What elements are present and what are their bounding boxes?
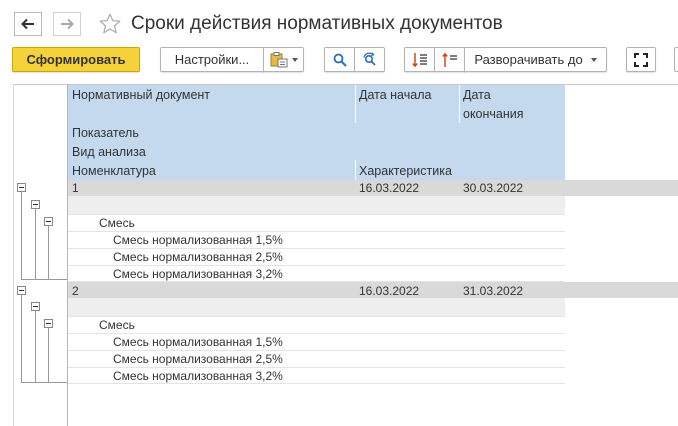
group-start-date: 16.03.2022 <box>359 284 420 298</box>
tree-line <box>35 208 36 280</box>
row-separator <box>68 231 565 232</box>
category-row: Смесь <box>99 216 135 230</box>
back-button[interactable] <box>14 12 42 36</box>
variants-dropdown-button[interactable] <box>263 47 304 72</box>
collapse-toggle[interactable] <box>44 319 53 328</box>
collapse-toggle[interactable] <box>31 200 40 209</box>
expand-to-label: Разворачивать до <box>474 52 583 67</box>
category-row: Смесь <box>99 318 135 332</box>
column-header-end-date-line1: Дата <box>463 88 491 102</box>
generate-button[interactable]: Сформировать <box>12 47 140 72</box>
header-divider <box>355 85 356 123</box>
expand-groups-icon <box>411 52 427 67</box>
collapse-toggle[interactable] <box>31 302 40 311</box>
list-item: Смесь нормализованная 1,5% <box>113 233 283 247</box>
indicator-row <box>68 298 565 316</box>
row-separator <box>68 383 565 384</box>
list-item: Смесь нормализованная 2,5% <box>113 352 283 366</box>
list-item: Смесь нормализованная 3,2% <box>113 267 283 281</box>
row-separator <box>68 214 565 215</box>
favorite-button[interactable] <box>98 12 122 39</box>
group-start-date: 16.03.2022 <box>359 181 420 195</box>
row-separator <box>68 248 565 249</box>
column-header-document: Нормативный документ <box>72 88 211 102</box>
list-item: Смесь нормализованная 3,2% <box>113 369 283 383</box>
collapse-groups-icon <box>441 52 457 67</box>
list-item: Смесь нормализованная 2,5% <box>113 250 283 264</box>
header-divider <box>355 160 356 180</box>
tree-line <box>21 191 22 280</box>
arrow-right-icon <box>61 18 74 30</box>
tree-line <box>48 328 49 383</box>
tree-line <box>21 279 67 280</box>
column-header-start-date: Дата начала <box>359 88 432 102</box>
column-header-nomenclature: Номенклатура <box>72 164 156 178</box>
collapse-toggle[interactable] <box>17 183 26 192</box>
row-separator <box>68 333 565 334</box>
arrow-left-icon <box>21 18 34 30</box>
column-header-end-date-line2: окончания <box>463 107 524 121</box>
column-header-indicator: Показатель <box>72 126 139 140</box>
row-separator <box>68 350 565 351</box>
row-separator <box>68 265 565 266</box>
search-icon <box>333 53 347 67</box>
collapse-all-button[interactable] <box>434 47 465 72</box>
search-button[interactable] <box>324 47 355 72</box>
tree-line <box>48 226 49 280</box>
expand-all-button[interactable] <box>404 47 435 72</box>
collapse-toggle[interactable] <box>17 286 26 295</box>
group-number: 2 <box>72 284 79 298</box>
column-header-characteristic: Характеристика <box>359 164 452 178</box>
more-button[interactable] <box>674 47 678 72</box>
chevron-down-icon <box>291 57 298 62</box>
list-item: Смесь нормализованная 1,5% <box>113 335 283 349</box>
star-icon <box>99 13 121 34</box>
column-header-analysis-type: Вид анализа <box>72 145 146 159</box>
group-end-date: 30.03.2022 <box>463 181 524 195</box>
tree-line <box>35 311 36 383</box>
fullscreen-button[interactable] <box>626 47 656 72</box>
report-left-border <box>13 84 14 426</box>
group-end-date: 31.03.2022 <box>463 284 524 298</box>
row-separator <box>68 367 565 368</box>
chevron-down-icon <box>590 57 597 62</box>
fullscreen-icon <box>634 52 648 67</box>
group-number: 1 <box>72 181 79 195</box>
report-variant-icon <box>270 51 287 67</box>
expand-to-dropdown[interactable]: Разворачивать до <box>464 47 607 72</box>
header-divider <box>459 85 460 123</box>
indicator-row <box>68 196 565 214</box>
collapse-toggle[interactable] <box>44 217 53 226</box>
tree-line <box>21 382 67 383</box>
search-repeat-icon <box>362 51 376 66</box>
search-next-button[interactable] <box>354 47 385 72</box>
forward-button[interactable] <box>53 12 81 36</box>
page-title: Сроки действия нормативных документов <box>131 13 503 34</box>
row-separator <box>68 316 565 317</box>
tree-line <box>21 294 22 383</box>
settings-button[interactable]: Настройки... <box>160 47 264 72</box>
